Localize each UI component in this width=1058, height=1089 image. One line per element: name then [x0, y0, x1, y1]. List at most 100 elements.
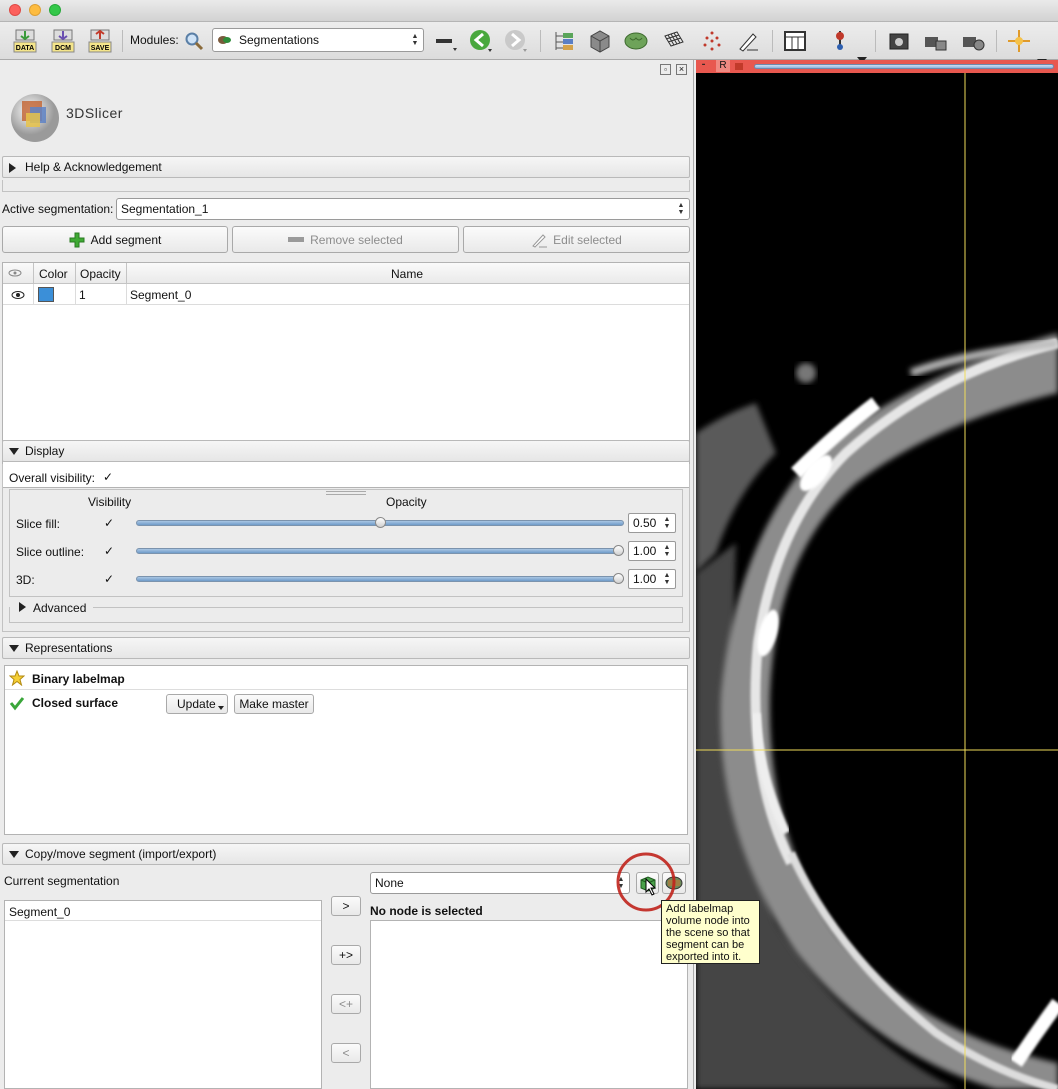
brain-icon	[624, 32, 648, 50]
edit-selected-button[interactable]: Edit selected	[463, 226, 690, 253]
add-segment-button[interactable]: Add segment	[2, 226, 228, 253]
slicer-logo-text: 3DSlicer	[66, 105, 123, 121]
close-window-button[interactable]	[9, 4, 21, 16]
markups-module-button[interactable]	[699, 28, 725, 54]
move-left-button[interactable]: <	[331, 1043, 361, 1063]
save-button[interactable]: SAVE	[87, 28, 113, 54]
slice-offset-slider[interactable]	[754, 64, 1054, 69]
3d-opacity-value[interactable]: 1.00 ▲ ▼	[628, 569, 676, 589]
minimize-window-button[interactable]	[29, 4, 41, 16]
3d-opacity-slider-handle[interactable]	[613, 573, 624, 584]
slice-fill-checkbox[interactable]: ✓	[103, 517, 115, 529]
make-master-button[interactable]: Make master	[234, 694, 314, 714]
3d-opacity-slider[interactable]	[136, 576, 624, 582]
segment-opacity[interactable]: 1	[79, 288, 86, 302]
link-icon[interactable]	[734, 62, 744, 71]
data-module-button[interactable]	[551, 28, 577, 54]
points-icon	[703, 31, 721, 51]
data-icon: DATA	[13, 29, 37, 53]
module-history-button[interactable]	[433, 28, 459, 54]
spin-arrows-icon[interactable]: ▲ ▼	[661, 516, 673, 530]
dicom-button[interactable]: DCM	[50, 28, 76, 54]
load-data-button[interactable]: DATA	[12, 28, 38, 54]
display-section-header[interactable]: Display	[2, 440, 690, 462]
slice-fill-value[interactable]: 0.50 ▲ ▼	[628, 513, 676, 533]
slice-outline-checkbox[interactable]: ✓	[103, 545, 115, 557]
pin-icon[interactable]: ⁃	[701, 60, 706, 72]
table-row[interactable]: 1 Segment_0	[3, 284, 689, 305]
star-icon	[9, 670, 25, 686]
move-left-label: <	[342, 1046, 350, 1060]
toolbar-separator	[772, 30, 773, 52]
module-selector[interactable]: Segmentations ▲ ▼	[212, 28, 424, 52]
editor-module-button[interactable]	[735, 28, 761, 54]
module-search-button[interactable]	[183, 28, 205, 54]
advanced-section[interactable]: Advanced	[9, 600, 683, 624]
spin-arrows-icon[interactable]: ▲ ▼	[661, 572, 673, 586]
collapse-down-icon	[9, 851, 19, 858]
svg-text:DATA: DATA	[16, 45, 34, 52]
save-icon: SAVE	[88, 29, 112, 53]
close-icon[interactable]: ×	[676, 64, 687, 75]
3d-checkbox[interactable]: ✓	[103, 573, 115, 585]
segment-name[interactable]: Segment_0	[130, 288, 191, 302]
slice-outline-slider-handle[interactable]	[613, 545, 624, 556]
zoom-window-button[interactable]	[49, 4, 61, 16]
volumes-module-button[interactable]	[587, 28, 613, 54]
copy-left-button[interactable]: <+	[331, 994, 361, 1014]
make-master-label: Make master	[239, 697, 309, 711]
forward-button[interactable]	[503, 28, 529, 54]
name-column-header[interactable]: Name	[391, 267, 423, 281]
scene-view-button[interactable]	[922, 28, 948, 54]
list-item[interactable]: Closed surface Update Make master	[5, 691, 687, 715]
update-button[interactable]: Update	[166, 694, 228, 714]
restore-icon	[963, 37, 985, 51]
active-segmentation-value: Segmentation_1	[121, 202, 209, 216]
edit-icon	[532, 233, 548, 248]
back-button[interactable]	[468, 28, 494, 54]
checkmark-icon	[9, 697, 25, 711]
pencil-icon	[739, 33, 758, 52]
list-item[interactable]: Segment_0	[5, 903, 321, 921]
layout-icon	[784, 31, 806, 51]
current-segments-list[interactable]: Segment_0	[4, 900, 322, 1089]
list-item[interactable]: Binary labelmap	[5, 666, 687, 690]
opacity-header: Opacity	[386, 495, 427, 509]
visibility-eye-icon[interactable]	[7, 268, 23, 278]
slice-fill-slider-handle[interactable]	[374, 517, 386, 528]
eye-icon[interactable]	[11, 290, 25, 300]
opacity-column-header[interactable]: Opacity	[80, 267, 121, 281]
update-button-label: Update	[177, 697, 216, 711]
help-section-header[interactable]: Help & Acknowledgement	[2, 156, 690, 178]
mouse-mode-button[interactable]	[1006, 28, 1032, 54]
models-module-button[interactable]	[623, 28, 649, 54]
copy-right-button[interactable]: +>	[331, 945, 361, 965]
slice-outline-slider[interactable]	[136, 548, 624, 554]
layout-button[interactable]	[782, 28, 808, 54]
help-section-frame	[2, 180, 690, 192]
window-titlebar	[0, 0, 1058, 22]
transforms-module-button[interactable]	[661, 28, 687, 54]
add-labelmap-tooltip: Add labelmap volume node into the scene …	[661, 900, 760, 964]
copy-move-section-header[interactable]: Copy/move segment (import/export)	[2, 843, 690, 865]
slice-orientation-label: R	[716, 60, 730, 72]
remove-selected-button[interactable]: Remove selected	[232, 226, 459, 253]
color-column-header[interactable]: Color	[39, 267, 68, 281]
main-toolbar: DATA DCM SAVE Modules: Segmentations ▲ ▼	[0, 22, 1058, 72]
active-segmentation-selector[interactable]: Segmentation_1 ▲ ▼	[116, 198, 690, 220]
crosshair-view-button[interactable]	[827, 28, 853, 54]
other-segments-list[interactable]	[370, 920, 688, 1089]
spin-arrows-icon[interactable]: ▲ ▼	[661, 544, 673, 558]
other-node-selector[interactable]: None ▲ ▼	[370, 872, 630, 894]
restore-scene-button[interactable]	[960, 28, 986, 54]
representations-section-header[interactable]: Representations	[2, 637, 690, 659]
segment-color-swatch[interactable]	[38, 287, 54, 302]
undock-icon[interactable]: ▫	[660, 64, 671, 75]
active-segmentation-label: Active segmentation:	[2, 202, 114, 216]
overall-visibility-checkbox[interactable]: ✓	[102, 471, 114, 483]
slice-outline-value[interactable]: 1.00 ▲ ▼	[628, 541, 676, 561]
move-right-button[interactable]: >	[331, 896, 361, 916]
screenshot-button[interactable]	[886, 28, 912, 54]
expand-right-icon	[9, 163, 16, 173]
no-node-selected-label: No node is selected	[370, 904, 483, 918]
